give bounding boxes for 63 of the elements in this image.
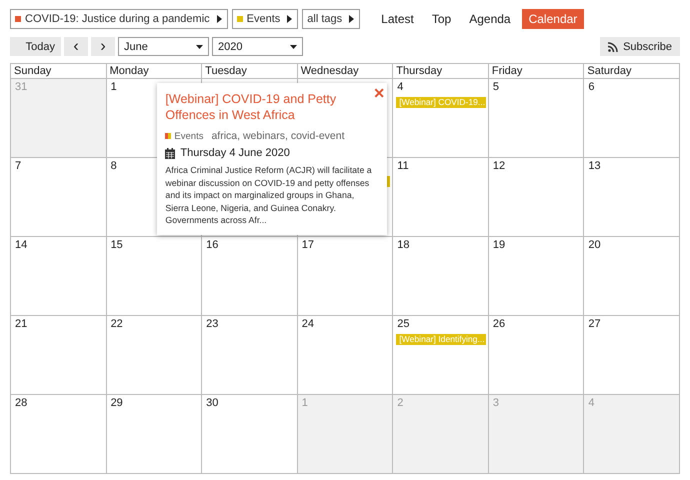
day-number: 16 xyxy=(206,239,218,252)
day-number: 12 xyxy=(492,160,506,173)
category-color-icon xyxy=(165,133,172,139)
day-number: 3 xyxy=(492,397,499,410)
close-button[interactable]: × xyxy=(374,86,384,100)
event-excerpt: Africa Criminal Justice Reform (ACJR) will facilitate a webinar discussion on COVID-19 and petty offenses and its impact on marginalized groups in Ghana, Sierra Leone, Nigeria, and Guinea Conakry. Governments across Afr... xyxy=(165,164,373,226)
weekday-header: Thursday xyxy=(393,64,489,79)
day-number: 27 xyxy=(588,318,601,331)
day-number: 8 xyxy=(110,160,117,173)
nav-tab[interactable]: Top xyxy=(424,9,458,29)
day-number: 29 xyxy=(110,397,123,410)
previous-button[interactable]: ‹ xyxy=(64,37,88,56)
category-dropdown[interactable]: COVID-19: Justice during a pandemic xyxy=(10,9,228,29)
nav-tab[interactable]: Latest xyxy=(374,9,421,29)
day-number: 19 xyxy=(492,239,506,252)
day-number: 1 xyxy=(110,81,117,94)
caret-icon xyxy=(196,44,203,48)
day-number: 7 xyxy=(15,160,22,173)
day-number: 15 xyxy=(110,239,123,252)
rss-icon xyxy=(608,42,618,52)
weekday-header: Friday xyxy=(488,64,584,79)
day-number: 4 xyxy=(397,81,404,94)
day-number: 30 xyxy=(206,397,218,410)
tag-list: africa, webinars, covid-event xyxy=(211,130,345,142)
day-number: 28 xyxy=(15,397,28,410)
day-number: 31 xyxy=(15,81,28,94)
weekday-header: Tuesday xyxy=(202,64,298,79)
category-dropdown[interactable]: Events xyxy=(232,9,298,29)
event-date: Thursday 4 June 2020 xyxy=(180,147,290,159)
month-select[interactable]: June xyxy=(118,37,209,56)
calendar-icon xyxy=(165,148,176,158)
day-number: 2 xyxy=(397,397,404,410)
day-number: 25 xyxy=(397,318,410,331)
day-number: 6 xyxy=(588,81,595,94)
caret-icon xyxy=(216,15,222,23)
day-number: 21 xyxy=(15,318,28,331)
nav-tab[interactable]: Calendar xyxy=(522,9,584,29)
day-number: 26 xyxy=(492,318,506,331)
day-number: 22 xyxy=(110,318,123,331)
weekday-header: Monday xyxy=(106,64,202,79)
day-number: 24 xyxy=(302,318,314,331)
day-number: 11 xyxy=(397,160,409,173)
subscribe-button[interactable]: Subscribe xyxy=(600,37,680,56)
category-dropdown[interactable]: all tags xyxy=(302,9,360,29)
caret-icon xyxy=(290,44,297,48)
day-number: 17 xyxy=(302,239,314,252)
day-number: 5 xyxy=(492,81,499,94)
weekday-header: Saturday xyxy=(584,64,680,79)
day-number: 1 xyxy=(302,397,308,410)
weekday-header: Wednesday xyxy=(298,64,394,79)
year-select[interactable]: 2020 xyxy=(212,37,303,56)
day-number: 4 xyxy=(588,397,595,410)
caret-icon xyxy=(287,15,292,23)
day-number: 18 xyxy=(397,239,410,252)
today-button[interactable]: Today xyxy=(10,37,61,56)
day-number: 23 xyxy=(206,318,218,331)
day-number: 14 xyxy=(15,239,28,252)
next-button[interactable]: › xyxy=(91,37,115,56)
caret-icon xyxy=(349,15,354,23)
category-badge[interactable]: Events xyxy=(165,130,204,142)
day-number: 13 xyxy=(588,160,601,173)
day-number: 20 xyxy=(588,239,601,252)
nav-tab[interactable]: Agenda xyxy=(462,9,518,29)
